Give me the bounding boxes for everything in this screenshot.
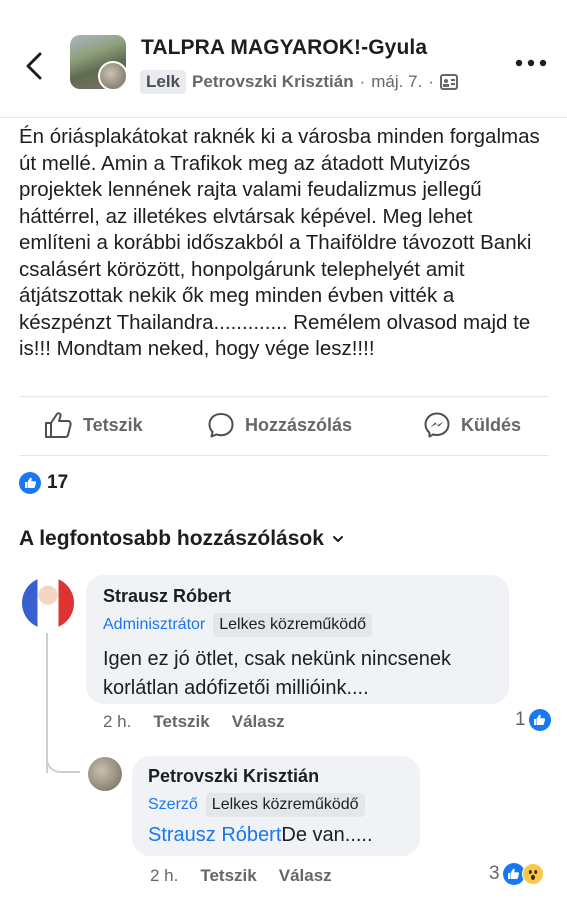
back-arrow-icon[interactable] (20, 48, 50, 84)
messenger-icon (424, 412, 450, 438)
wow-reaction-icon (521, 863, 544, 885)
group-name[interactable]: TALPRA MAGYAROK!-Gyula (141, 36, 427, 60)
reaction-count: 17 (47, 472, 69, 493)
like-reaction-icon (19, 472, 41, 494)
role-badge: Szerző (148, 796, 198, 813)
chevron-down-icon (332, 536, 343, 542)
reply-reactions[interactable]: 3 (489, 863, 544, 885)
group-thumbnail[interactable] (70, 35, 126, 89)
comment-reply-button[interactable]: Válasz (232, 712, 285, 732)
send-button[interactable]: Küldés (423, 411, 521, 439)
reply-reaction-count: 3 (489, 863, 500, 884)
thread-connector (46, 745, 80, 773)
comment-label: Hozzászólás (245, 414, 353, 435)
reply-reply-button[interactable]: Válasz (279, 866, 332, 886)
comment-reactions[interactable]: 1 (515, 709, 551, 731)
reply-bubble[interactable]: Petrovszki Krisztián Szerző Lelkes közre… (132, 756, 420, 856)
role-badge: Adminisztrátor (103, 616, 206, 633)
send-label: Küldés (461, 414, 522, 435)
comment-footer: 2 h. Tetszik Válasz (103, 712, 285, 732)
author-avatar[interactable] (98, 61, 126, 89)
post-header: TALPRA MAGYAROK!-Gyula Lelk Petrovszki K… (0, 0, 567, 118)
post-date[interactable]: máj. 7. (371, 72, 422, 92)
reply-author[interactable]: Petrovszki Krisztián (148, 766, 404, 787)
comment-button[interactable]: Hozzászólás (207, 411, 352, 439)
speech-bubble-icon (208, 413, 234, 438)
reply-time: 2 h. (150, 866, 179, 885)
comments-sort-dropdown[interactable]: A legfontosabb hozzászólások (19, 527, 344, 551)
comment-time: 2 h. (103, 712, 132, 731)
post-actions-bar: Tetszik Hozzászólás Küldés (19, 396, 549, 456)
post-text: Én óriásplakátokat raknék ki a városba m… (19, 125, 540, 360)
member-badge: Lelk (140, 70, 187, 94)
more-options-icon[interactable] (515, 58, 547, 68)
reply-footer: 2 h. Tetszik Válasz (150, 866, 332, 886)
author-name[interactable]: Petrovszki Krisztián (192, 72, 354, 92)
comment-text: Igen ez jó ötlet, csak nekünk nincsenek … (103, 648, 451, 699)
comments-sort-label: A legfontosabb hozzászólások (19, 527, 324, 550)
like-label: Tetszik (83, 414, 143, 435)
comment-author[interactable]: Strausz Róbert (103, 586, 492, 607)
reply-author-avatar[interactable] (88, 757, 122, 791)
reply-text-body: De van..... (281, 824, 373, 846)
reaction-summary[interactable]: 17 (19, 472, 68, 494)
contributor-badge: Lelkes közreműködő (205, 793, 365, 817)
thumbs-up-icon (45, 412, 72, 438)
contributor-badge: Lelkes közreműködő (213, 613, 372, 637)
post-meta: Lelk Petrovszki Krisztián · máj. 7. · (140, 68, 458, 96)
audience-members-icon (439, 74, 458, 90)
separator: · (428, 72, 434, 91)
comment-bubble[interactable]: Strausz Róbert Adminisztrátor Lelkes köz… (86, 575, 509, 704)
comment-reaction-count: 1 (515, 709, 526, 730)
like-reaction-icon (528, 709, 551, 731)
reply-text: Strausz RóbertDe van..... (148, 821, 404, 850)
mention-link[interactable]: Strausz Róbert (148, 824, 281, 846)
like-button[interactable]: Tetszik (43, 411, 143, 439)
commenter-avatar[interactable] (22, 577, 74, 629)
reply-like-button[interactable]: Tetszik (200, 866, 256, 886)
separator: · (359, 72, 366, 91)
comment-like-button[interactable]: Tetszik (153, 712, 209, 732)
